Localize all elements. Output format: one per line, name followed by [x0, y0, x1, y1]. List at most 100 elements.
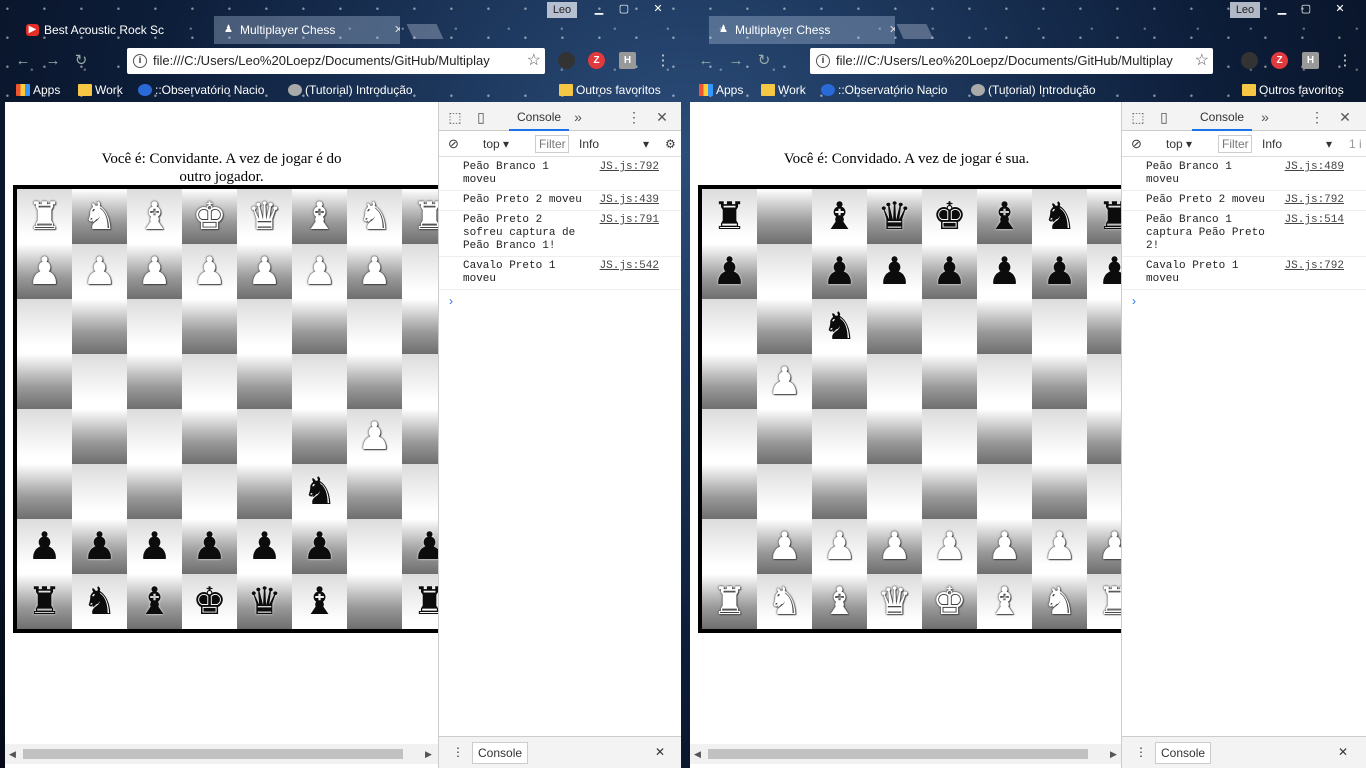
scroll-right-icon[interactable]: ▶	[425, 749, 432, 760]
white-rook-icon[interactable]: ♜	[712, 583, 746, 621]
maximize-button[interactable]: ▢	[610, 0, 638, 18]
profile-button[interactable]: Leo	[1230, 2, 1260, 18]
inspect-icon[interactable]: ⬚	[1129, 108, 1147, 126]
black-pawn-icon[interactable]: ♟	[82, 528, 116, 566]
black-pawn-icon[interactable]: ♟	[987, 253, 1021, 291]
board-square[interactable]: ♞	[347, 189, 402, 244]
white-rook-icon[interactable]: ♜	[1097, 583, 1123, 621]
more-tabs-icon[interactable]: »	[569, 108, 587, 126]
white-king-icon[interactable]: ♚	[932, 583, 966, 621]
context-select[interactable]: top ▾	[1166, 135, 1192, 153]
close-window-button[interactable]: ✕	[1317, 0, 1363, 18]
board-square[interactable]	[977, 299, 1032, 354]
extension-icon[interactable]	[558, 52, 575, 69]
devtools-menu-icon[interactable]: ⋮	[1308, 108, 1326, 126]
minimize-button[interactable]: ▁	[585, 0, 613, 18]
board-square[interactable]: ♝	[292, 574, 347, 629]
inspect-icon[interactable]: ⬚	[446, 108, 464, 126]
back-icon[interactable]: ←	[14, 52, 32, 70]
board-square[interactable]	[72, 409, 127, 464]
board-square[interactable]	[977, 354, 1032, 409]
black-pawn-icon[interactable]: ♟	[302, 528, 336, 566]
board-square[interactable]	[237, 299, 292, 354]
close-tab-icon[interactable]: ✕	[889, 16, 895, 44]
board-square[interactable]	[17, 464, 72, 519]
board-square[interactable]	[237, 464, 292, 519]
board-square[interactable]	[977, 409, 1032, 464]
source-link[interactable]: JS.js:792	[1285, 260, 1344, 273]
black-bishop-icon[interactable]: ♝	[302, 583, 336, 621]
black-knight-icon[interactable]: ♞	[302, 473, 336, 511]
board-square[interactable]: ♞	[757, 574, 812, 629]
board-square[interactable]	[1032, 409, 1087, 464]
board-square[interactable]	[757, 244, 812, 299]
black-pawn-icon[interactable]: ♟	[27, 528, 61, 566]
close-window-button[interactable]: ✕	[635, 0, 681, 18]
white-king-icon[interactable]: ♚	[192, 198, 226, 236]
board-square[interactable]	[402, 299, 438, 354]
board-square[interactable]: ♟	[402, 519, 438, 574]
board-square[interactable]	[977, 464, 1032, 519]
board-square[interactable]	[292, 354, 347, 409]
bookmark-outros-favoritos[interactable]: Outros favoritos	[557, 81, 661, 99]
board-square[interactable]: ♜	[702, 189, 757, 244]
board-square[interactable]	[1032, 464, 1087, 519]
drawer-tab-console[interactable]: Console	[1155, 742, 1212, 764]
scroll-left-icon[interactable]: ◀	[9, 749, 16, 760]
more-tabs-icon[interactable]: »	[1256, 108, 1274, 126]
tab-multiplayer-chess[interactable]: ♟ Multiplayer Chess ✕	[709, 16, 895, 44]
filter-input[interactable]: Filter	[535, 135, 569, 153]
black-pawn-icon[interactable]: ♟	[247, 528, 281, 566]
board-square[interactable]	[72, 299, 127, 354]
forward-icon[interactable]: →	[727, 52, 745, 70]
source-link[interactable]: JS.js:514	[1285, 214, 1344, 227]
source-link[interactable]: JS.js:792	[600, 161, 659, 174]
board-square[interactable]	[757, 409, 812, 464]
source-link[interactable]: JS.js:439	[600, 194, 659, 207]
board-square[interactable]: ♝	[812, 574, 867, 629]
board-square[interactable]: ♟	[977, 244, 1032, 299]
board-square[interactable]	[182, 409, 237, 464]
black-queen-icon[interactable]: ♛	[247, 583, 281, 621]
address-bar[interactable]: i file:///C:/Users/Leo%20Loepz/Documents…	[127, 48, 545, 74]
white-pawn-icon[interactable]: ♟	[192, 253, 226, 291]
board-square[interactable]	[17, 299, 72, 354]
board-square[interactable]	[757, 464, 812, 519]
board-square[interactable]	[1087, 464, 1123, 519]
menu-icon[interactable]: ⋮	[654, 52, 672, 70]
board-square[interactable]: ♝	[127, 574, 182, 629]
board-square[interactable]: ♟	[922, 519, 977, 574]
black-pawn-icon[interactable]: ♟	[412, 528, 438, 566]
board-square[interactable]: ♜	[702, 574, 757, 629]
zotero-icon[interactable]: Z	[1271, 52, 1288, 69]
board-square[interactable]: ♟	[347, 409, 402, 464]
board-square[interactable]	[182, 299, 237, 354]
source-link[interactable]: JS.js:489	[1285, 161, 1344, 174]
extension-h-icon[interactable]: H	[1302, 52, 1319, 69]
white-bishop-icon[interactable]: ♝	[302, 198, 336, 236]
info-icon[interactable]: i	[816, 54, 830, 68]
device-toggle-icon[interactable]: ▯	[1155, 108, 1173, 126]
black-pawn-icon[interactable]: ♟	[877, 253, 911, 291]
black-knight-icon[interactable]: ♞	[1042, 198, 1076, 236]
board-square[interactable]: ♛	[867, 574, 922, 629]
white-knight-icon[interactable]: ♞	[767, 583, 801, 621]
white-bishop-icon[interactable]: ♝	[822, 583, 856, 621]
drawer-menu-icon[interactable]: ⋮	[452, 745, 464, 759]
board-square[interactable]: ♞	[812, 299, 867, 354]
white-pawn-icon[interactable]: ♟	[27, 253, 61, 291]
board-square[interactable]	[1087, 354, 1123, 409]
chess-board[interactable]: ♜ ♝ ♛ ♚ ♝ ♞ ♜ ♟ ♟ ♟ ♟ ♟ ♟ ♟ ♞ ♟ ♟ ♟ ♟ ♟ ♟ ♟ ♟ ♜ ♞ ♝ ♛ ♚ ♝ ♞ ♜	[698, 185, 1123, 633]
board-square[interactable]	[182, 464, 237, 519]
board-square[interactable]	[237, 354, 292, 409]
board-square[interactable]: ♟	[17, 519, 72, 574]
white-pawn-icon[interactable]: ♟	[357, 253, 391, 291]
reload-icon[interactable]: ↻	[755, 52, 773, 70]
extension-icon[interactable]	[1241, 52, 1258, 69]
black-king-icon[interactable]: ♚	[192, 583, 226, 621]
board-square[interactable]	[292, 299, 347, 354]
clear-console-icon[interactable]: ⊘	[448, 135, 459, 153]
board-square[interactable]: ♟	[757, 519, 812, 574]
board-square[interactable]: ♟	[347, 244, 402, 299]
console-settings-icon[interactable]: ⚙	[665, 135, 676, 153]
